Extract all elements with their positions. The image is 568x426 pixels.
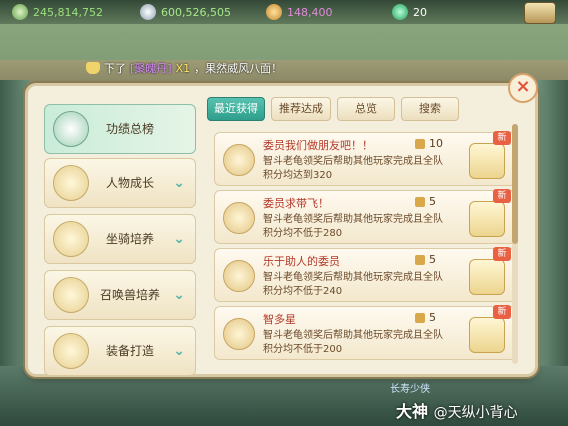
broadcast-prefix: 下了 [104,62,126,75]
silver-resource: 245,814,752 [12,3,103,21]
achievement-desc-2: 积分均达到320 [263,170,333,181]
tab-recent[interactable]: 最近获得 [207,97,265,121]
silver-icon [12,4,28,20]
achievement-card[interactable]: 乐于助人的委员 智斗老龟领奖后帮助其他玩家完成且全队 积分均不低于240 5 新 [214,247,516,302]
achievement-points: 10 [429,137,443,150]
achievement-desc: 智斗老龟领奖后帮助其他玩家完成且全队 [263,156,443,167]
achievement-list[interactable]: 委员我们做朋友吧！！ 智斗老龟领奖后帮助其他玩家完成且全队 积分均达到320 1… [210,124,523,368]
achievement-points: 5 [429,311,436,324]
broadcast-icon [86,62,100,74]
gems-amount: 148,400 [287,5,333,19]
sidebar-item-equipment-crafting[interactable]: 装备打造 ⌄ [44,326,196,376]
achievement-desc-2: 积分均不低于240 [263,286,343,297]
medal-icon [223,202,255,234]
coins-icon [140,4,156,20]
achievement-points: 5 [429,195,436,208]
achievement-title: 乐于助人的委员 [263,255,340,268]
points-icon [415,197,425,207]
npc-name-label: 长寿少侠 [390,384,430,395]
achievement-desc-2: 积分均不低于200 [263,344,343,355]
achievement-points: 5 [429,253,436,266]
equipment-icon [53,333,89,369]
achievement-desc: 智斗老龟领奖后帮助其他玩家完成且全队 [263,272,443,283]
medal-icon [223,318,255,350]
broadcast-qty: X1 [175,61,191,75]
reward-icon[interactable] [469,259,505,295]
scrollbar-thumb[interactable] [512,124,518,244]
achievement-card[interactable]: 委员我们做朋友吧！！ 智斗老龟领奖后帮助其他玩家完成且全队 积分均达到320 1… [214,131,516,186]
points-icon [415,255,425,265]
sidebar-item-label: 坐骑培养 [105,232,154,246]
close-button[interactable]: × [508,73,538,103]
new-badge: 新 [493,189,511,203]
sidebar-item-character-growth[interactable]: 人物成长 ⌄ [44,158,196,208]
tab-recommended[interactable]: 推荐达成 [271,97,331,121]
reward-icon[interactable] [469,201,505,237]
watermark: 大神 @天纵小背心 [396,398,518,422]
achievement-card[interactable]: 智多星 智斗老龟领奖后帮助其他玩家完成且全队 积分均不低于200 5 新 [214,305,516,360]
achievement-desc: 智斗老龟领奖后帮助其他玩家完成且全队 [263,214,443,225]
chevron-down-icon: ⌄ [173,343,185,359]
achievement-title: 委员我们做朋友吧！！ [263,139,373,152]
gift-box-icon[interactable] [524,2,556,24]
new-badge: 新 [493,131,511,145]
broadcast-suffix: ，果然威风八面！ [194,62,283,75]
system-broadcast: 下了 [聚魄丹] X1 ，果然威风八面！ [86,58,386,78]
broadcast-item-link[interactable]: [聚魄丹] [130,60,172,76]
achievement-rank-icon [53,111,89,147]
sidebar-item-summon-training[interactable]: 召唤兽培养 ⌄ [44,270,196,320]
jade-resource: 20 [392,3,427,21]
medal-icon [223,260,255,292]
scene-wall-right [538,80,568,400]
chevron-down-icon: ⌄ [173,175,185,191]
chevron-down-icon: ⌄ [173,287,185,303]
coins-amount: 600,526,505 [161,5,231,19]
new-badge: 新 [493,305,511,319]
sidebar-item-label: 功绩总榜 [105,122,154,136]
sidebar-item-mount-training[interactable]: 坐骑培养 ⌄ [44,214,196,264]
watermark-main: 大神 [396,402,429,421]
points-icon [415,313,425,323]
chevron-down-icon: ⌄ [173,231,185,247]
scene-wall-left [0,80,30,400]
sidebar-item-label: 人物成长 [105,176,154,190]
achievement-desc-2: 积分均不低于280 [263,228,343,239]
reward-icon[interactable] [469,143,505,179]
achievement-title: 智多星 [263,313,296,326]
sidebar-item-achievement-rank[interactable]: 功绩总榜 [44,104,196,154]
sidebar-item-label: 装备打造 [105,344,154,358]
medal-icon [223,144,255,176]
tab-overview[interactable]: 总览 [337,97,395,121]
gems-resource: 148,400 [266,3,333,21]
points-icon [415,139,425,149]
coins-resource: 600,526,505 [140,3,231,21]
achievement-title: 委员求带飞！ [263,197,329,210]
mount-icon [53,221,89,257]
silver-amount: 245,814,752 [33,5,103,19]
new-badge: 新 [493,247,511,261]
gems-icon [266,4,282,20]
reward-icon[interactable] [469,317,505,353]
sidebar-item-label: 召唤兽培养 [99,288,160,302]
achievement-desc: 智斗老龟领奖后帮助其他玩家完成且全队 [263,330,443,341]
character-icon [53,165,89,201]
resource-bar: 245,814,752 600,526,505 148,400 20 [0,0,568,24]
jade-icon [392,4,408,20]
summon-icon [53,277,89,313]
watermark-sub: @天纵小背心 [433,405,518,421]
tab-search[interactable]: 搜索 [401,97,459,121]
achievement-card[interactable]: 委员求带飞！ 智斗老龟领奖后帮助其他玩家完成且全队 积分均不低于280 5 新 [214,189,516,244]
jade-amount: 20 [413,5,427,19]
